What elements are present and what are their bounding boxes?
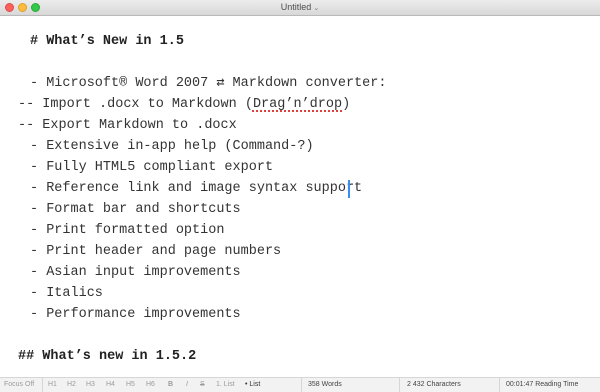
heading-1-button[interactable]: H1 <box>48 378 57 392</box>
divider <box>42 378 43 392</box>
focus-mode-toggle[interactable]: Focus Off <box>4 378 34 392</box>
editor-line: - Italics <box>30 286 103 301</box>
editor-line: -- Export Markdown to .docx <box>18 118 237 133</box>
heading-6-button[interactable]: H6 <box>146 378 155 392</box>
word-count: 358 Words <box>308 381 342 388</box>
text-cursor <box>348 180 350 198</box>
editor-line: - Print header and page numbers <box>30 244 282 259</box>
divider <box>301 378 302 392</box>
strikethrough-button[interactable]: S <box>200 378 205 392</box>
character-count: 2 432 Characters <box>407 381 461 388</box>
editor-line: - Reference link and image syntax suppor… <box>30 181 363 196</box>
editor-line: - Format bar and shortcuts <box>30 202 241 217</box>
window-title-area[interactable]: Untitled ⌄ <box>0 0 600 15</box>
heading-4-button[interactable]: H4 <box>106 378 115 392</box>
chevron-down-icon: ⌄ <box>313 5 320 12</box>
divider <box>499 378 500 392</box>
numbered-list-button[interactable]: 1. List <box>216 378 235 392</box>
editor-line: - Print formatted option <box>30 223 225 238</box>
reading-time: 00:01:47 Reading Time <box>506 381 579 388</box>
editor-line-heading: # What’s New in 1.5 <box>30 34 184 49</box>
editor-line: - Microsoft® Word 2007 ⇄ Markdown conver… <box>30 76 387 91</box>
bullet-list-button[interactable]: • List <box>245 378 260 392</box>
editor-line: - Performance improvements <box>30 307 241 322</box>
editor-line-heading: ## What’s new in 1.5.2 <box>18 349 197 364</box>
editor-line: -- Import .docx to Markdown (Drag’n’drop… <box>18 94 350 115</box>
bold-button[interactable]: B <box>168 378 173 392</box>
editor-line: - Extensive in-app help (Command-?) <box>30 139 314 154</box>
heading-2-button[interactable]: H2 <box>67 378 76 392</box>
heading-3-button[interactable]: H3 <box>86 378 95 392</box>
text-editor[interactable]: # What’s New in 1.5 - Microsoft® Word 20… <box>0 16 600 377</box>
window-title: Untitled <box>280 2 312 12</box>
heading-5-button[interactable]: H5 <box>126 378 135 392</box>
editor-line-tail: ) <box>342 97 351 112</box>
status-bar: Focus Off H1 H2 H3 H4 H5 H6 B I S 1. Lis… <box>0 377 600 392</box>
editor-line: - Fully HTML5 compliant export <box>30 160 274 175</box>
italic-button[interactable]: I <box>186 378 188 392</box>
divider <box>399 378 400 392</box>
misspelled-word[interactable]: Drag’n’drop <box>253 97 342 112</box>
editor-line: - Asian input improvements <box>30 265 241 280</box>
title-bar: Untitled ⌄ <box>0 0 600 16</box>
editor-line-text: -- Import .docx to Markdown ( <box>18 97 253 112</box>
